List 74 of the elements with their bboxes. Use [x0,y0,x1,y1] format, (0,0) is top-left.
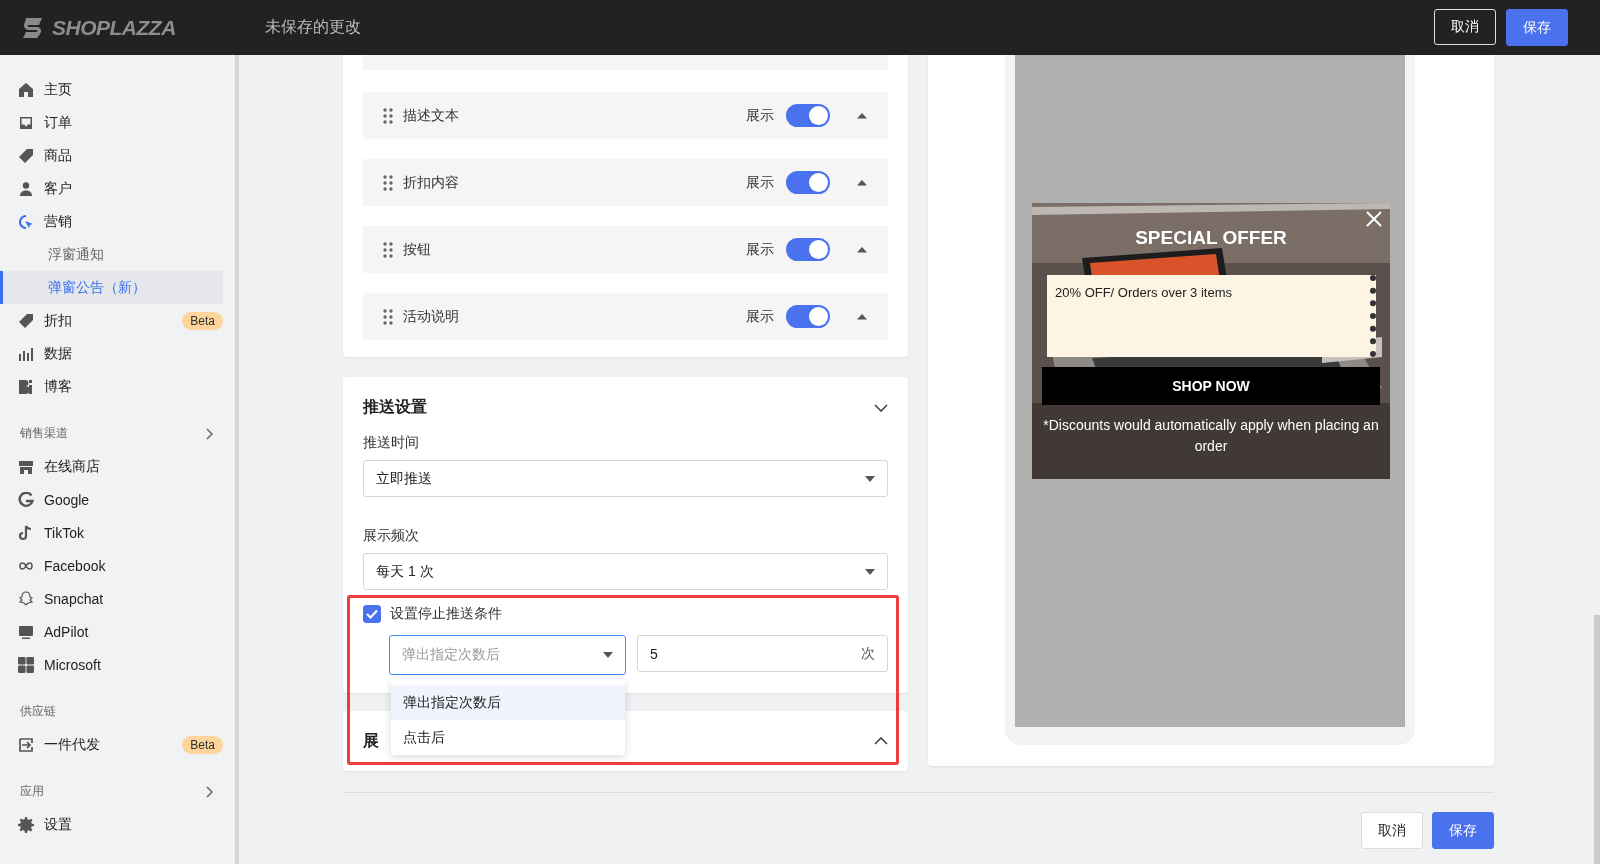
count-input[interactable]: 5 次 [637,635,888,672]
menu-item[interactable]: 主页 [44,80,223,99]
menu-item[interactable]: Google [44,491,223,508]
save-button[interactable]: 保存 [1506,9,1568,46]
select-field[interactable]: 每天 1 次 [363,553,888,590]
field-label: 推送时间 [363,434,420,452]
section-heading: 销售渠道 [20,425,68,442]
menu-item[interactable]: 在线商店 [44,457,223,476]
close-icon[interactable] [1366,211,1382,227]
toggle-switch[interactable] [786,104,830,127]
drag-handle-icon[interactable] [383,308,393,325]
toggle-label: 展示 [746,240,774,259]
discount-note: *Discounts would automatically apply when placing an order [1042,416,1380,456]
dropdown-option[interactable]: 弹出指定次数后 [391,685,625,720]
chevron-down-icon[interactable] [874,403,888,412]
beta-badge: Beta [182,735,223,754]
toggle-switch[interactable] [786,305,830,328]
menu-item[interactable]: 商品 [44,146,223,165]
drag-handle-icon[interactable] [383,241,393,258]
menu-item[interactable]: Snapchat [44,590,223,607]
select-field[interactable]: 立即推送 [363,460,888,497]
menu-item[interactable]: 设置 [44,815,223,834]
caret-down-icon [603,652,613,658]
caret-down-icon [865,475,875,482]
caret-up-icon[interactable] [856,112,868,119]
submenu-item[interactable]: 弹窗公告（新） [0,271,223,304]
toggle-label: 展示 [746,106,774,125]
brand-name: SHOPLAZZA [52,15,176,40]
menu-item[interactable]: 订单 [44,113,223,132]
field-label: 展示频次 [363,527,420,545]
offer-text: 20% OFF/ Orders over 3 items [1055,285,1232,300]
caret-up-icon[interactable] [856,179,868,186]
row-label: 折扣内容 [403,173,460,192]
drag-handle-icon[interactable] [383,174,393,191]
chevron-up-icon[interactable] [874,737,888,745]
menu-item[interactable]: 一件代发 [44,735,183,754]
menu-item[interactable]: Facebook [44,557,223,574]
drag-handle-icon[interactable] [383,107,393,124]
row-label: 活动说明 [403,307,460,326]
section-title: 推送设置 [363,397,427,417]
page-title: 未保存的更改 [265,17,362,37]
row-label: 描述文本 [403,106,460,125]
caret-up-icon[interactable] [856,246,868,253]
cancel-button[interactable]: 取消 [1361,812,1423,849]
menu-item[interactable]: Microsoft [44,656,223,673]
scrollbar[interactable] [1594,615,1600,864]
toggle-label: 展示 [746,307,774,326]
section-heading: 应用 [20,783,44,800]
checkbox[interactable] [363,605,381,623]
menu-item[interactable]: 营销 [44,212,223,231]
toggle-switch[interactable] [786,238,830,261]
offer-title: SPECIAL OFFER [1135,227,1287,249]
cancel-button[interactable]: 取消 [1434,9,1496,45]
menu-item[interactable]: 数据 [44,344,223,363]
row-label: 按钮 [403,240,432,259]
menu-item[interactable]: 客户 [44,179,223,198]
caret-up-icon[interactable] [856,313,868,320]
section-heading: 供应链 [20,703,56,720]
caret-down-icon [865,568,875,575]
submenu-item[interactable]: 浮窗通知 [0,238,223,271]
chevron-right-icon[interactable] [205,785,213,798]
menu-item[interactable]: TikTok [44,524,223,541]
checkbox-label[interactable]: 设置停止推送条件 [390,605,502,623]
menu-item[interactable]: AdPilot [44,623,223,640]
menu-item[interactable]: 折扣 [44,311,183,330]
save-button[interactable]: 保存 [1432,812,1494,849]
section-title: 展 [363,730,379,751]
chevron-right-icon[interactable] [205,427,213,440]
toggle-switch[interactable] [786,171,830,194]
menu-item[interactable]: 博客 [44,377,223,396]
beta-badge: Beta [182,311,223,330]
shop-now-button[interactable]: SHOP NOW [1042,367,1380,405]
dropdown-option[interactable]: 点击后 [391,720,625,755]
toggle-label: 展示 [746,173,774,192]
